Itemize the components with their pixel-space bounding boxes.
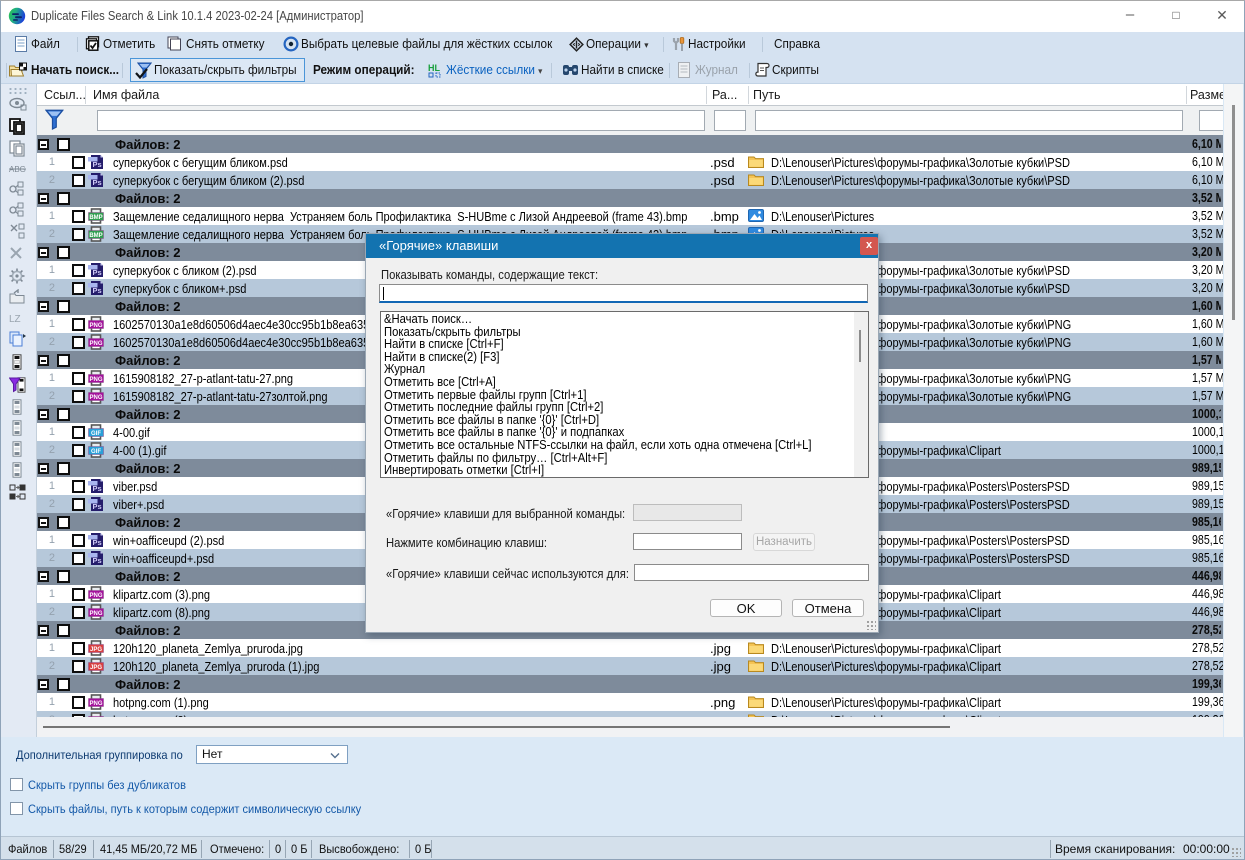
svg-text:GIF: GIF: [91, 431, 101, 437]
svg-text:PNG: PNG: [89, 701, 102, 707]
svg-text:Ps: Ps: [93, 538, 102, 547]
svg-text:Ps: Ps: [93, 160, 102, 169]
svg-text:BMP: BMP: [89, 215, 102, 221]
svg-text:PNG: PNG: [89, 611, 102, 617]
svg-text:JPG: JPG: [90, 647, 102, 653]
svg-text:PNG: PNG: [89, 593, 102, 599]
svg-text:Ps: Ps: [93, 556, 102, 565]
svg-text:PNG: PNG: [89, 395, 102, 401]
svg-text:JPG: JPG: [90, 665, 102, 671]
svg-text:Ps: Ps: [93, 286, 102, 295]
svg-text:LZ: LZ: [9, 314, 21, 324]
svg-text:Ps: Ps: [93, 268, 102, 277]
svg-text:HL: HL: [428, 63, 440, 73]
svg-text:PNG: PNG: [89, 323, 102, 329]
svg-text:BMP: BMP: [89, 233, 102, 239]
svg-text:Ps: Ps: [93, 484, 102, 493]
svg-text:PNG: PNG: [89, 377, 102, 383]
svg-text:PNG: PNG: [89, 341, 102, 347]
svg-text:Ps: Ps: [93, 502, 102, 511]
svg-text:Ps: Ps: [93, 178, 102, 187]
svg-text:GIF: GIF: [91, 449, 101, 455]
